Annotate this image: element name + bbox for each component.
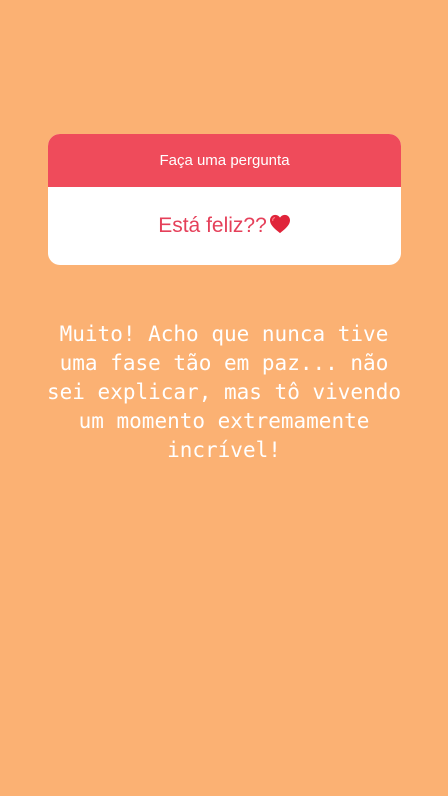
question-sticker[interactable]: Faça uma pergunta Está feliz?? xyxy=(48,134,401,265)
question-sticker-header: Faça uma pergunta xyxy=(48,134,401,187)
question-text: Está feliz?? xyxy=(158,214,267,237)
question-header-label: Faça uma pergunta xyxy=(159,152,290,169)
answer-text: Muito! Acho que nunca tive uma fase tão … xyxy=(46,322,401,462)
heart-icon xyxy=(269,214,291,239)
question-sticker-body: Está feliz?? xyxy=(48,187,401,265)
